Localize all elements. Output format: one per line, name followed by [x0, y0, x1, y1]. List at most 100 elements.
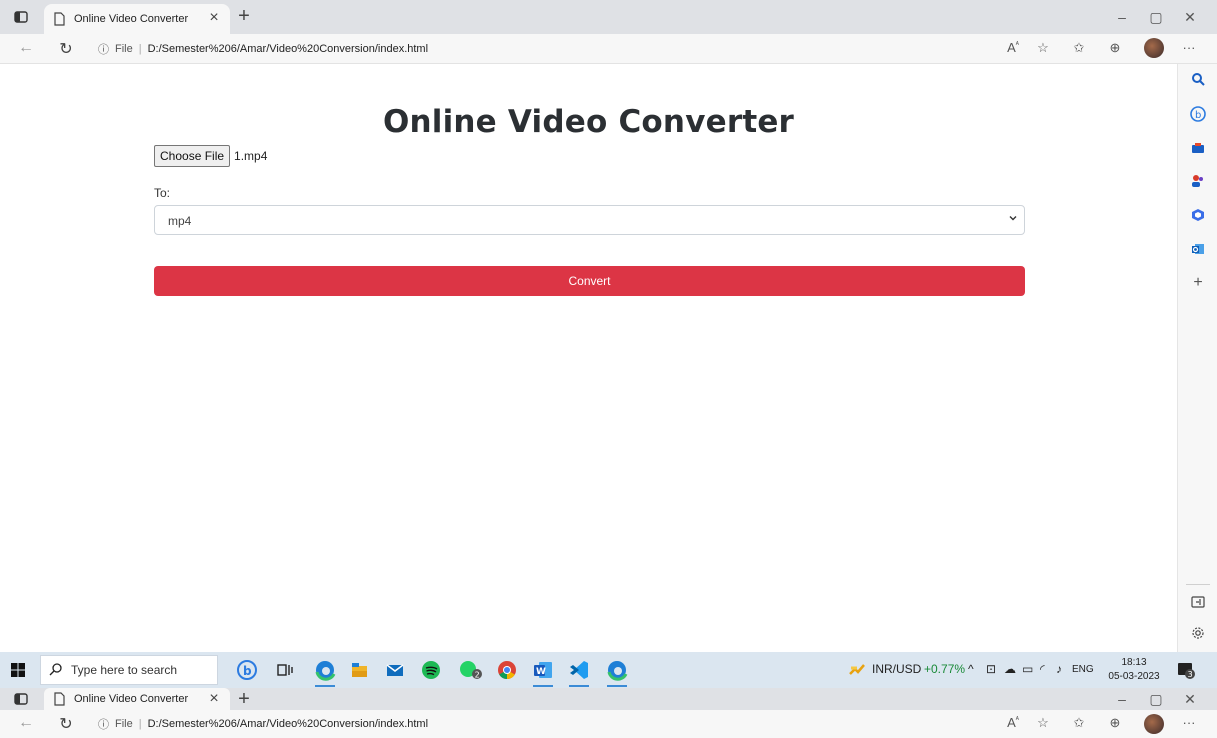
search-placeholder: Type here to search: [71, 663, 178, 677]
refresh-icon[interactable]: ↻: [56, 39, 76, 59]
close-window-button-secondary[interactable]: ✕: [1180, 691, 1200, 708]
back-icon-secondary[interactable]: ←: [16, 714, 36, 732]
tab-close-icon-secondary[interactable]: ×: [206, 690, 222, 708]
restore-button-secondary[interactable]: ▢: [1146, 691, 1166, 708]
tray-app-icon[interactable]: ⊡: [986, 662, 996, 676]
read-aloud-icon[interactable]: Aᴬ: [1004, 40, 1022, 55]
mail-icon[interactable]: [384, 659, 406, 681]
battery-icon[interactable]: ▭: [1022, 662, 1033, 676]
address-bar-secondary: ← ↻ ⓘ File | D:/Semester%206/Amar/Video%…: [0, 710, 1217, 738]
people-icon[interactable]: [1188, 174, 1208, 192]
format-select-value: mp4: [168, 214, 192, 228]
page-title: Online Video Converter: [382, 104, 795, 140]
task-view-icon[interactable]: [274, 659, 296, 681]
notification-icon[interactable]: 3: [1176, 660, 1196, 680]
convert-button[interactable]: Convert: [154, 266, 1025, 296]
favorites-icon[interactable]: ✩: [1070, 40, 1088, 56]
ticker-change: +0.77%: [924, 662, 966, 676]
search-icon[interactable]: [1188, 72, 1208, 90]
minimize-button[interactable]: –: [1112, 9, 1132, 25]
url-scheme-secondary: File: [115, 718, 133, 730]
windows-start-icon[interactable]: [10, 662, 26, 678]
back-icon[interactable]: ←: [16, 39, 36, 57]
split-screen-icon[interactable]: [1188, 594, 1208, 612]
to-label: To:: [154, 186, 171, 200]
collections-icon[interactable]: ⊕: [1106, 40, 1124, 56]
profile-avatar[interactable]: [1144, 38, 1164, 58]
collections-icon-secondary[interactable]: ⊕: [1106, 715, 1124, 731]
chrome-icon[interactable]: [496, 659, 518, 681]
onedrive-icon[interactable]: ☁: [1004, 662, 1016, 676]
page-content: Online Video Converter Choose File 1.mp4…: [0, 64, 1177, 652]
add-favorite-icon[interactable]: ☆: [1034, 40, 1052, 56]
bing-icon[interactable]: b: [1188, 106, 1208, 124]
taskbar: Type here to search b 2 W INR/USD +0.77%…: [0, 652, 1217, 688]
url-scheme: File: [115, 43, 133, 55]
chevron-up-icon[interactable]: ^: [968, 662, 974, 676]
svg-text:b: b: [1195, 110, 1201, 121]
outlook-icon[interactable]: [1188, 242, 1208, 260]
tab-title-secondary: Online Video Converter: [74, 693, 189, 705]
url-text-secondary[interactable]: D:/Semester%206/Amar/Video%20Conversion/…: [148, 718, 428, 730]
refresh-icon-secondary[interactable]: ↻: [56, 714, 76, 734]
sidebar-divider: [1186, 584, 1210, 585]
tab-title: Online Video Converter: [74, 13, 189, 25]
favorites-icon-secondary[interactable]: ✩: [1070, 715, 1088, 731]
word-icon[interactable]: W: [532, 659, 554, 681]
bing-app-icon[interactable]: b: [236, 659, 258, 681]
stock-widget-icon[interactable]: [848, 660, 866, 681]
search-icon: [49, 662, 63, 679]
url-field[interactable]: ⓘ File | D:/Semester%206/Amar/Video%20Co…: [98, 38, 428, 60]
svg-text:b: b: [243, 664, 252, 678]
more-icon-secondary[interactable]: ···: [1180, 715, 1198, 730]
restore-button[interactable]: ▢: [1146, 9, 1166, 26]
tab-actions-icon[interactable]: [14, 10, 28, 24]
tab-actions-icon-secondary[interactable]: [14, 692, 28, 711]
clock-date: 05-03-2023: [1108, 671, 1160, 682]
svg-text:W: W: [536, 667, 546, 677]
settings-icon[interactable]: [1188, 626, 1208, 644]
vscode-icon[interactable]: [568, 659, 590, 681]
url-text[interactable]: D:/Semester%206/Amar/Video%20Conversion/…: [148, 43, 428, 55]
new-tab-button-secondary[interactable]: +: [234, 688, 254, 711]
ticker-symbol[interactable]: INR/USD: [872, 662, 921, 676]
more-icon[interactable]: ···: [1180, 40, 1198, 55]
read-aloud-icon-secondary[interactable]: Aᴬ: [1004, 715, 1022, 730]
page-icon-secondary: [54, 692, 65, 706]
choose-file-button[interactable]: Choose File: [154, 145, 231, 167]
edge-app-icon-2[interactable]: [606, 659, 628, 681]
edge-app-icon[interactable]: [314, 659, 336, 681]
browser-tab-secondary[interactable]: Online Video Converter ×: [44, 688, 230, 710]
url-separator-secondary: |: [138, 718, 142, 730]
info-icon-secondary[interactable]: ⓘ: [98, 716, 109, 732]
wifi-icon[interactable]: ◜: [1040, 662, 1045, 676]
clock[interactable]: 18:13 05-03-2023: [1100, 656, 1168, 684]
add-icon[interactable]: +: [1188, 274, 1208, 292]
language-indicator[interactable]: ENG: [1072, 664, 1094, 675]
spotify-icon[interactable]: [420, 659, 442, 681]
shopping-icon[interactable]: [1188, 140, 1208, 158]
tab-close-icon[interactable]: ×: [206, 9, 222, 27]
edge-active-indicator: [315, 685, 335, 687]
format-select[interactable]: mp4: [154, 205, 1025, 235]
browser-tab[interactable]: Online Video Converter ×: [44, 4, 230, 34]
office-icon[interactable]: [1188, 208, 1208, 226]
whatsapp-icon[interactable]: 2: [458, 659, 482, 681]
file-input[interactable]: Choose File 1.mp4: [154, 145, 267, 167]
new-tab-button[interactable]: +: [234, 5, 254, 28]
url-separator: |: [138, 43, 142, 55]
add-favorite-icon-secondary[interactable]: ☆: [1034, 715, 1052, 731]
word-active-indicator: [533, 685, 553, 687]
close-window-button[interactable]: ✕: [1180, 9, 1200, 26]
vscode-active-indicator: [569, 685, 589, 687]
volume-icon[interactable]: ♪: [1056, 662, 1062, 676]
tab-bar: Online Video Converter × + – ▢ ✕: [0, 0, 1217, 34]
taskbar-search[interactable]: Type here to search: [40, 655, 218, 685]
svg-text:3: 3: [1188, 670, 1193, 679]
profile-avatar-secondary[interactable]: [1144, 714, 1164, 734]
file-explorer-icon[interactable]: [348, 659, 370, 681]
info-icon[interactable]: ⓘ: [98, 41, 109, 57]
minimize-button-secondary[interactable]: –: [1112, 691, 1132, 707]
svg-text:2: 2: [475, 671, 480, 680]
url-field-secondary[interactable]: ⓘ File | D:/Semester%206/Amar/Video%20Co…: [98, 713, 428, 735]
